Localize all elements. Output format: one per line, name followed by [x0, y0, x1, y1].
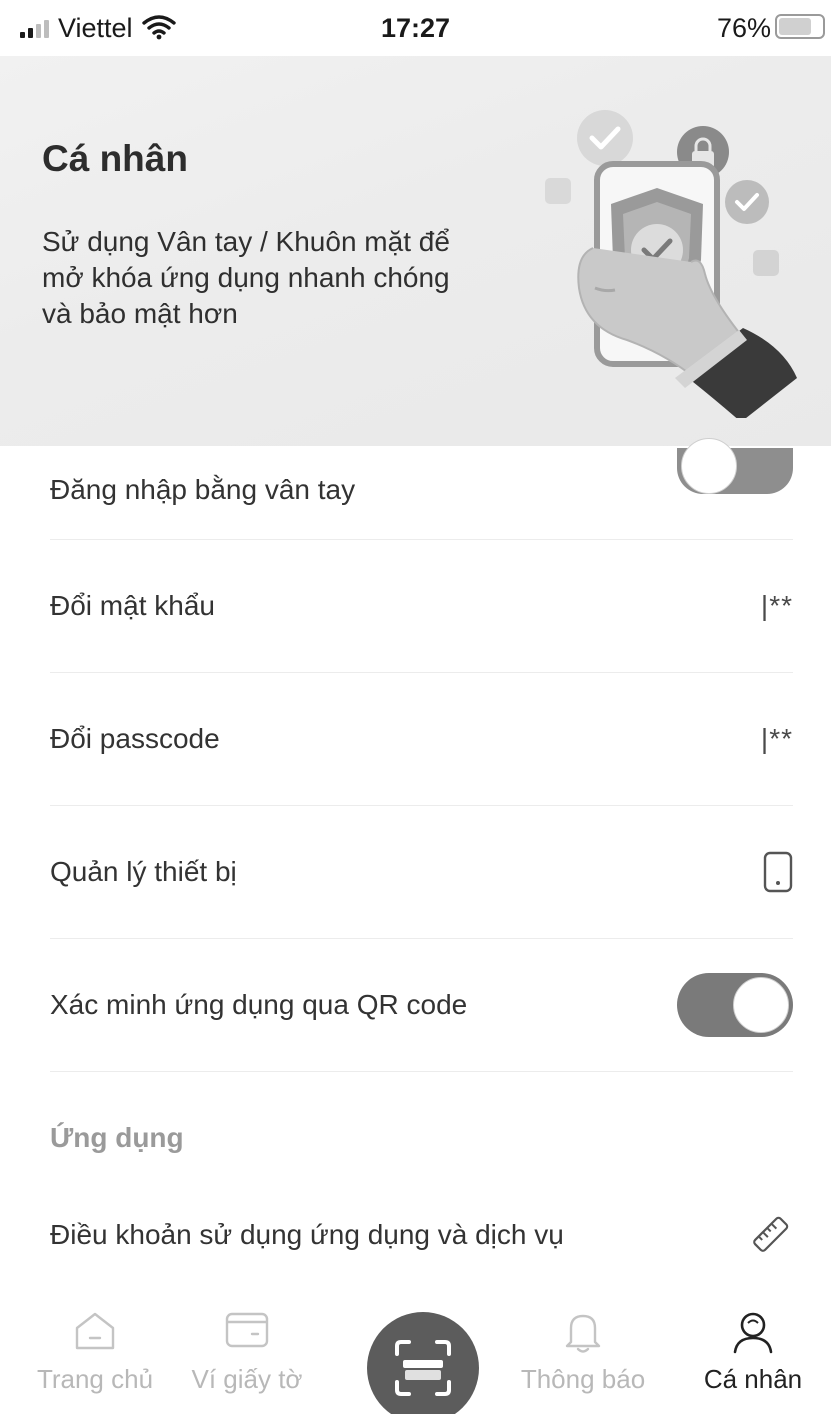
floating-card-icon: [545, 178, 571, 204]
change-password-label: Đổi mật khẩu: [50, 590, 215, 621]
fingerprint-login-row[interactable]: Đăng nhập bằng vân tay: [50, 438, 793, 540]
status-time: 17:27: [380, 13, 451, 43]
status-bar: Viettel 17:27 76%: [0, 0, 831, 56]
toggle-knob: [681, 438, 737, 494]
qr-verification-row[interactable]: Xác minh ứng dụng qua QR code: [50, 939, 793, 1072]
floating-card-icon: [753, 250, 779, 276]
tab-notifications[interactable]: Thông báo: [508, 1300, 658, 1414]
phone-icon: [763, 851, 793, 893]
check-circle-icon: [577, 110, 633, 166]
change-password-row[interactable]: Đổi mật khẩu |**: [50, 540, 793, 673]
hero-banner: Cá nhân Sử dụng Vân tay / Khuôn mặt để m…: [0, 56, 831, 446]
ruler-icon: [753, 1216, 789, 1252]
hand-phone-shield-illustration: [545, 110, 797, 418]
tab-notifications-label: Thông báo: [520, 1364, 646, 1394]
scan-icon: [395, 1340, 451, 1396]
tab-wallet[interactable]: Ví giấy tờ: [172, 1300, 322, 1414]
tab-profile[interactable]: Cá nhân: [678, 1300, 828, 1414]
battery-icon: [775, 14, 825, 39]
bottom-tab-bar: Trang chủ Ví giấy tờ Thông báo Cá nhân: [0, 1300, 831, 1414]
tab-profile-label: Cá nhân: [703, 1364, 803, 1394]
qr-verification-label: Xác minh ứng dụng qua QR code: [50, 989, 468, 1020]
toggle-knob: [733, 977, 789, 1033]
terms-label: Điều khoản sử dụng ứng dụng và dịch vụ: [50, 1219, 564, 1250]
profile-screen: Viettel 17:27 76% Cá nhân Sử dụng Vân ta…: [0, 0, 831, 1414]
fingerprint-login-label: Đăng nhập bằng vân tay: [50, 474, 356, 505]
change-passcode-label: Đổi passcode: [50, 723, 220, 754]
battery-level-fill: [779, 18, 811, 35]
app-section-title: Ứng dụng: [50, 1122, 184, 1153]
user-icon: [733, 1312, 773, 1354]
bell-icon: [565, 1314, 601, 1353]
scan-button[interactable]: [367, 1312, 479, 1414]
qr-verification-toggle[interactable]: [677, 973, 793, 1037]
check-circle-icon: [725, 180, 769, 224]
wallet-icon: [225, 1312, 269, 1348]
device-management-row[interactable]: Quản lý thiết bị: [50, 806, 793, 939]
device-management-label: Quản lý thiết bị: [50, 856, 237, 887]
password-masked-value: |**: [760, 590, 793, 621]
tab-home[interactable]: Trang chủ: [20, 1300, 170, 1414]
fingerprint-login-toggle[interactable]: [677, 438, 793, 494]
terms-row[interactable]: Điều khoản sử dụng ứng dụng và dịch vụ: [50, 1195, 793, 1275]
home-icon: [75, 1312, 115, 1350]
hero-description: Sử dụng Vân tay / Khuôn mặt để mở khóa ứ…: [42, 226, 450, 329]
settings-list: Đăng nhập bằng vân tay Đổi mật khẩu |** …: [0, 438, 831, 1072]
page-title: Cá nhân: [42, 138, 188, 179]
battery-percent: 76%: [716, 13, 771, 43]
passcode-masked-value: |**: [760, 723, 793, 754]
change-passcode-row[interactable]: Đổi passcode |**: [50, 673, 793, 806]
tab-wallet-label: Ví giấy tờ: [191, 1364, 303, 1394]
